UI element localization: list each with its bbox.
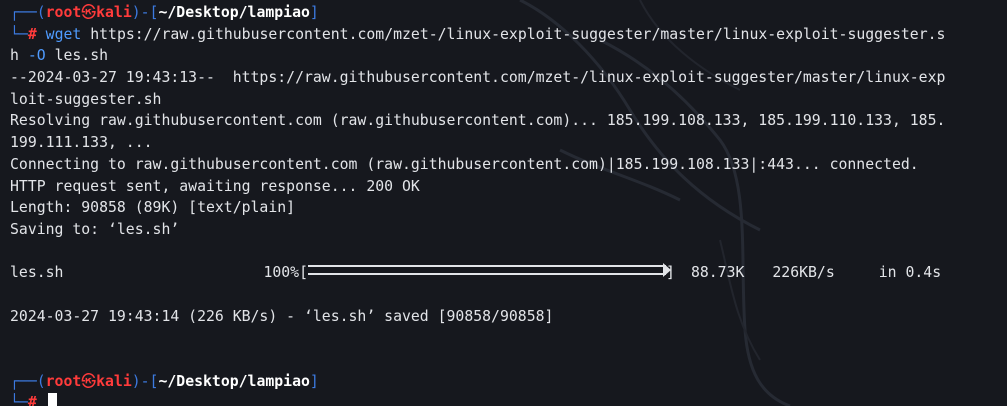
command-option: -O (18, 47, 46, 65)
prompt-frame-bottom: └─ (10, 25, 28, 43)
output-line: Connecting to raw.githubusercontent.com … (10, 155, 919, 173)
progress-line: les.sh 100%[] 88.73K 226KB/s in 0.4s (10, 262, 1005, 284)
prompt-hash: # (27, 394, 37, 406)
prompt-separator: )-[ (131, 4, 159, 21)
command-line: └─# wget https://raw.githubusercontent.c… (10, 24, 1005, 46)
skull-icon: ㉿ (81, 4, 97, 21)
output-line: HTTP request sent, awaiting response... … (10, 177, 420, 195)
prompt-host: kali (96, 372, 132, 390)
output-line: Resolving raw.githubusercontent.com (raw… (10, 112, 946, 130)
output-line: 199.111.133, ... (10, 134, 153, 152)
prompt-user: root (45, 4, 82, 21)
prompt-line-2: ┌──(root㉿kali)-[~/Desktop/lampiao] (10, 371, 1005, 393)
command-program: wget (45, 25, 82, 43)
prompt-path: ~/Desktop/lampiao (158, 4, 310, 21)
progress-percent: 100% (263, 264, 300, 282)
saved-line: 2024-03-27 19:43:14 (226 KB/s) - ‘les.sh… (10, 307, 554, 325)
command-url-end: h (10, 47, 19, 65)
terminal-output[interactable]: ┌──(root㉿kali)-[~/Desktop/lampiao] └─# w… (10, 2, 1005, 406)
progress-arrow-icon (663, 263, 672, 278)
progress-speed: 226KB/s (772, 264, 835, 282)
input-line[interactable]: └─# (10, 392, 1005, 406)
prompt-path: ~/Desktop/lampiao (158, 372, 310, 390)
prompt-frame-bottom: └─ (10, 394, 28, 406)
command-line-wrap: h -O les.sh (10, 45, 1005, 67)
prompt-hash: # (27, 25, 37, 43)
prompt-frame: ┌──( (10, 4, 46, 21)
skull-icon: ㉿ (81, 372, 97, 390)
prompt-separator: )-[ (131, 372, 159, 390)
prompt-line-1: ┌──(root㉿kali)-[~/Desktop/lampiao] (10, 2, 1005, 24)
progress-eta: in 0.4s (878, 264, 942, 282)
output-line: --2024-03-27 19:43:13-- https://raw.gith… (10, 69, 946, 87)
progress-filename: les.sh (10, 264, 64, 282)
output-line: Length: 90858 (89K) [text/plain] (10, 199, 296, 217)
prompt-frame: ┌──( (10, 372, 46, 390)
command-filename: les.sh (45, 47, 109, 65)
progress-bracket-open: [ (299, 264, 309, 282)
progress-bar (308, 263, 672, 278)
output-line: Saving to: ‘les.sh’ (10, 220, 180, 238)
prompt-host: kali (96, 4, 132, 21)
text-cursor[interactable] (47, 393, 57, 406)
prompt-close: ] (309, 4, 319, 21)
command-url: https://raw.githubusercontent.com/mzet-/… (81, 25, 946, 43)
prompt-user: root (45, 372, 82, 390)
progress-size: 88.73K (690, 264, 745, 282)
prompt-close: ] (309, 372, 319, 390)
output-line: loit-suggester.sh (10, 90, 162, 108)
